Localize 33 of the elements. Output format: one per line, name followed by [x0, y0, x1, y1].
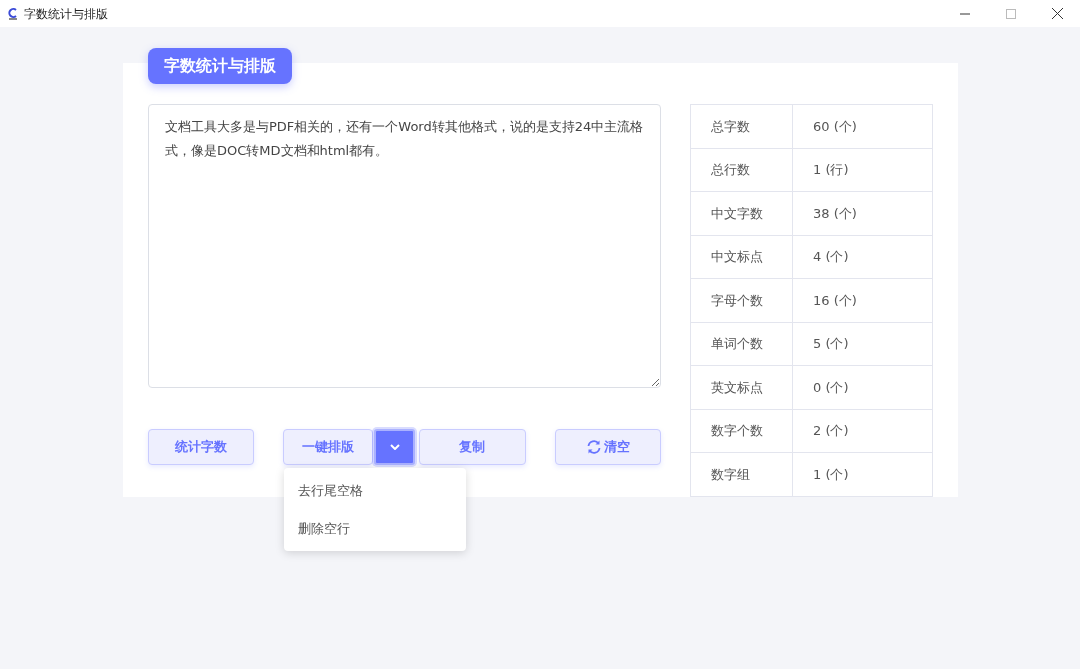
- maximize-icon: [1006, 8, 1016, 19]
- action-button[interactable]: 清空: [554, 429, 661, 465]
- stat-value: 38 (个): [792, 191, 933, 236]
- action-button[interactable]: 复制: [419, 429, 526, 465]
- stat-label: 英文标点: [690, 365, 793, 410]
- window-title: 字数统计与排版: [24, 5, 108, 23]
- chevron-down-icon: [389, 444, 400, 450]
- stat-label: 中文字数: [690, 191, 793, 236]
- stat-label: 总行数: [690, 148, 793, 192]
- action-button[interactable]: 统计字数: [148, 429, 254, 465]
- stat-value: 1 (行): [792, 148, 933, 192]
- stat-label: 数字组: [690, 452, 793, 497]
- text-area[interactable]: 文档工具大多是与PDF相关的，还有一个Word转其他格式，说的是支持24中主流格式，像是DOC转MD文档和html都有。: [148, 104, 661, 388]
- stat-label: 数字个数: [690, 409, 793, 453]
- dropdown-toggle[interactable]: [374, 429, 415, 465]
- stat-value: 16 (个): [792, 278, 933, 323]
- stat-value: 5 (个): [792, 322, 933, 366]
- stat-value: 60 (个): [792, 104, 933, 149]
- stat-label: 总字数: [690, 104, 793, 149]
- menu-item[interactable]: 去行尾空格: [284, 472, 466, 510]
- menu-item[interactable]: 删除空行: [284, 509, 466, 547]
- stat-value: 4 (个): [792, 235, 933, 279]
- stat-value: 2 (个): [792, 409, 933, 453]
- stat-label: 单词个数: [690, 322, 793, 366]
- stat-label: 中文标点: [690, 235, 793, 279]
- panel-title: 字数统计与排版: [148, 48, 292, 84]
- action-button[interactable]: 一键排版: [282, 429, 374, 465]
- stat-label: 字母个数: [690, 278, 793, 323]
- stat-value: 0 (个): [792, 365, 933, 410]
- stat-value: 1 (个): [792, 452, 933, 497]
- app-logo-icon: [8, 7, 18, 20]
- refresh-icon: [585, 439, 602, 455]
- close-icon: [1051, 8, 1063, 19]
